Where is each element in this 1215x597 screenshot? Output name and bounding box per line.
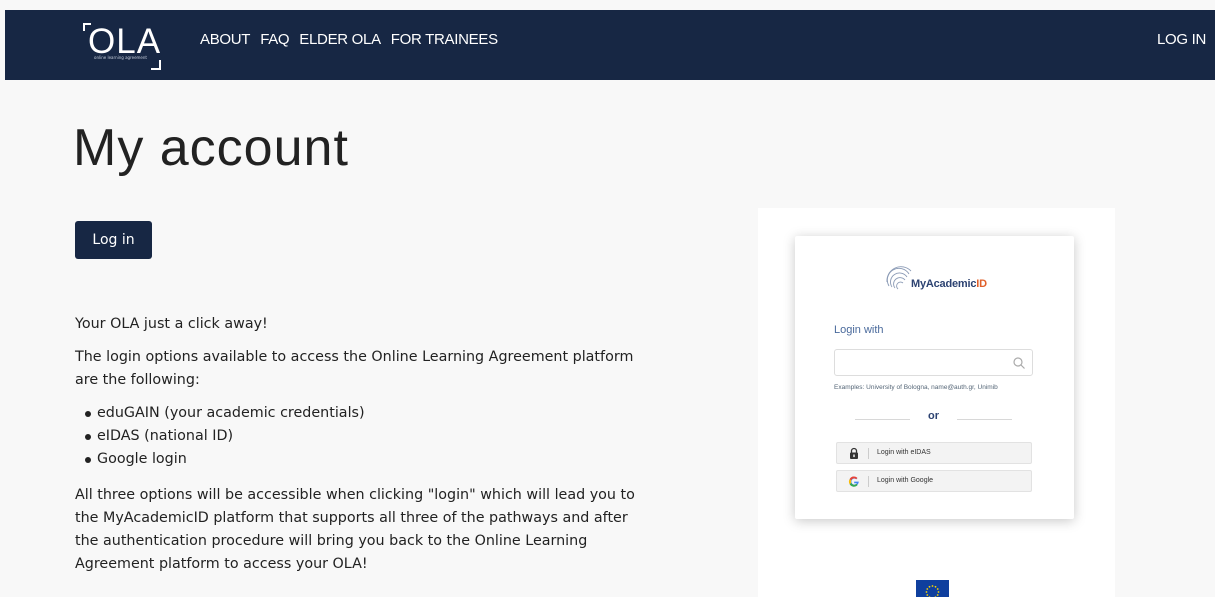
login-with-eidas-button[interactable]: Login with eIDAS	[836, 442, 1032, 464]
logo-bracket-bottom-right	[151, 60, 161, 70]
eidas-button-label: Login with eIDAS	[877, 449, 931, 456]
search-icon	[1013, 357, 1025, 369]
search-examples: Examples: University of Bologna, name@au…	[834, 384, 998, 391]
nav-link-for-trainees[interactable]: FOR TRAINEES	[391, 31, 498, 48]
login-with-google-button[interactable]: Login with Google	[836, 470, 1032, 492]
google-button-label: Login with Google	[877, 477, 934, 484]
lock-icon	[850, 447, 858, 459]
brand-name-suffix: ID	[976, 278, 987, 290]
top-navbar: OLA online learning agreement ABOUT FAQ …	[5, 10, 1215, 80]
nav-link-about[interactable]: ABOUT	[200, 31, 250, 48]
myacademicid-preview-image: MyAcademicID Login with Examples: Univer…	[758, 208, 1115, 597]
or-divider: or	[855, 410, 1012, 426]
eu-flag-icon	[916, 580, 949, 597]
login-with-label: Login with	[834, 324, 884, 336]
nav-links: ABOUT FAQ ELDER OLA FOR TRAINEES	[200, 31, 498, 48]
brand-name: MyAcademicID	[911, 278, 987, 290]
login-button[interactable]: Log in	[75, 221, 152, 259]
button-separator	[868, 448, 869, 459]
list-item: eIDAS (national ID)	[85, 425, 645, 448]
nav-login-link[interactable]: LOG IN	[1157, 31, 1206, 48]
button-separator	[868, 476, 869, 487]
divider-line	[957, 419, 1012, 420]
closing-text: All three options will be accessible whe…	[75, 487, 635, 572]
page-title: My account	[73, 119, 349, 177]
institution-search-input[interactable]	[835, 350, 1005, 375]
list-item: eduGAIN (your academic credentials)	[85, 402, 645, 425]
nav-link-elder-ola[interactable]: ELDER OLA	[299, 31, 381, 48]
myacademicid-logo: MyAcademicID	[885, 266, 1015, 296]
login-card: MyAcademicID Login with Examples: Univer…	[795, 236, 1074, 519]
google-icon	[848, 476, 859, 487]
or-label: or	[928, 410, 939, 422]
ola-logo[interactable]: OLA online learning agreement	[83, 22, 175, 70]
nav-link-faq[interactable]: FAQ	[260, 31, 289, 48]
intro-text: Your OLA just a click away!	[75, 316, 268, 332]
options-text: The login options available to access th…	[75, 349, 634, 388]
brand-name-main: MyAcademic	[911, 278, 977, 290]
login-info-content: Your OLA just a click away! The login op…	[75, 313, 645, 586]
login-options-list: eduGAIN (your academic credentials) eIDA…	[85, 402, 645, 471]
list-item: Google login	[85, 448, 645, 471]
institution-search[interactable]	[834, 349, 1033, 376]
eu-stars-icon	[925, 585, 940, 597]
logo-tagline: online learning agreement	[94, 55, 147, 60]
